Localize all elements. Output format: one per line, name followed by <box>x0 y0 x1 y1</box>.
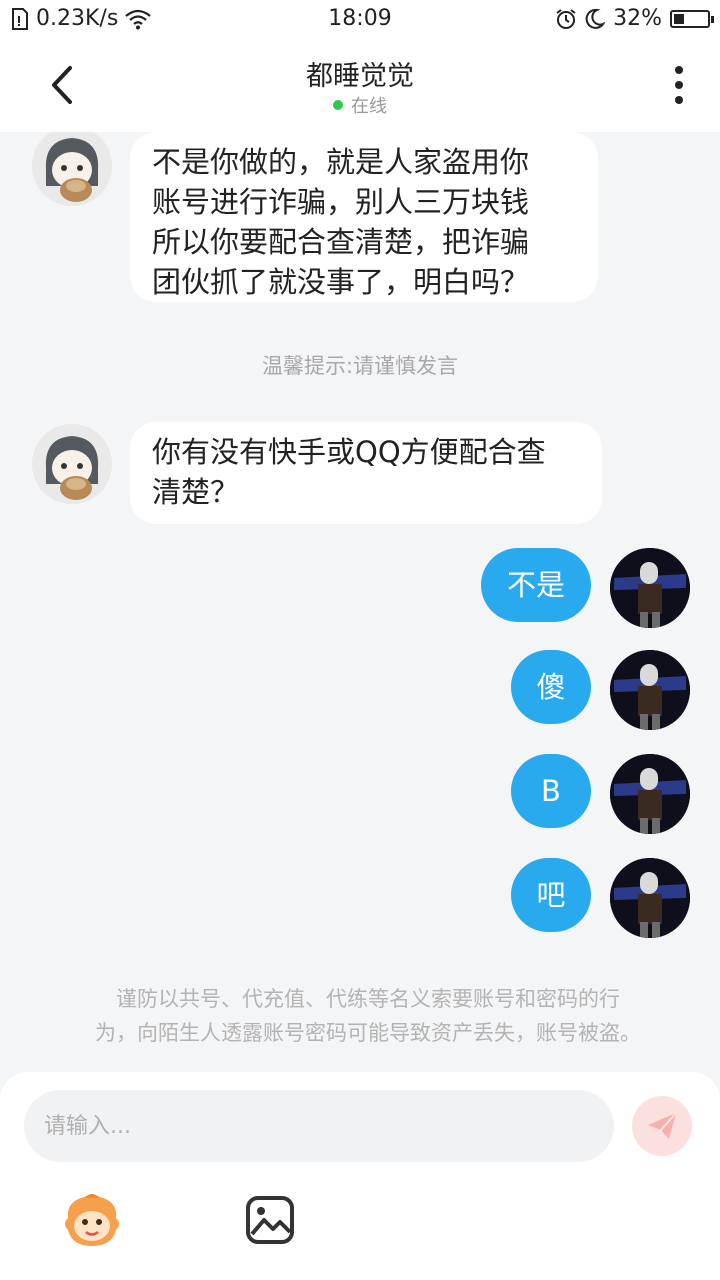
message-input[interactable] <box>24 1090 614 1162</box>
chat-header: 都睡觉觉 在线 <box>0 38 720 132</box>
message-line: 你有没有快手或QQ方便配合查 <box>152 435 546 469</box>
image-button[interactable] <box>244 1194 296 1246</box>
battery-fill <box>674 13 684 24</box>
user-photo-icon <box>610 548 690 628</box>
message-bubble-sent[interactable]: 吧 <box>511 858 591 932</box>
input-panel <box>0 1072 720 1280</box>
online-status: 在线 <box>0 92 720 118</box>
warning-line: 谨防以共号、代充值、代练等名义索要账号和密码的行 <box>116 987 620 1011</box>
my-avatar[interactable] <box>610 858 690 938</box>
more-vertical-icon <box>675 66 683 104</box>
contact-name: 都睡觉觉 <box>306 61 414 92</box>
emoji-button[interactable] <box>60 1188 124 1252</box>
message-bubble-sent[interactable]: 不是 <box>481 548 591 622</box>
emoji-icon <box>65 1194 119 1246</box>
online-dot-icon <box>333 100 343 110</box>
contact-avatar[interactable] <box>32 132 112 206</box>
my-avatar[interactable] <box>610 650 690 730</box>
message-line: 不是你做的，就是人家盗用你 <box>152 145 530 179</box>
message-line: 账号进行诈骗，别人三万块钱 <box>152 185 530 219</box>
anime-avatar-icon <box>32 132 112 206</box>
my-avatar[interactable] <box>610 548 690 628</box>
my-avatar[interactable] <box>610 754 690 834</box>
moon-icon <box>585 8 606 29</box>
message-bubble-sent[interactable]: 傻 <box>511 650 591 724</box>
message-bubble-received[interactable]: 你有没有快手或QQ方便配合查 清楚？ <box>130 422 602 524</box>
user-photo-icon <box>610 754 690 834</box>
status-right: 32% <box>555 6 714 31</box>
send-button[interactable] <box>632 1096 692 1156</box>
message-line: 清楚？ <box>152 475 240 509</box>
message-line: 所以你要配合查清楚，把诈骗 <box>152 225 530 259</box>
warning-line: 为，向陌生人透露账号密码可能导致资产丢失，账号被盗。 <box>95 1021 641 1045</box>
battery-icon <box>670 9 714 28</box>
user-photo-icon <box>610 858 690 938</box>
message-bubble-received[interactable]: 不是你做的，就是人家盗用你 账号进行诈骗，别人三万块钱 所以你要配合查清楚，把诈… <box>130 132 598 302</box>
message-line: 团伙抓了就没事了，明白吗？ <box>152 265 530 299</box>
send-icon <box>648 1112 677 1139</box>
image-icon <box>246 1196 294 1244</box>
user-photo-icon <box>610 650 690 730</box>
online-status-label: 在线 <box>351 96 387 117</box>
contact-avatar[interactable] <box>32 424 112 504</box>
message-bubble-sent[interactable]: B <box>511 754 591 828</box>
alarm-icon <box>556 8 576 29</box>
account-security-warning: 谨防以共号、代充值、代练等名义索要账号和密码的行 为，向陌生人透露账号密码可能导… <box>58 982 678 1050</box>
battery-percent: 32% <box>613 6 662 31</box>
anime-avatar-icon <box>32 424 112 504</box>
more-button[interactable] <box>664 62 694 108</box>
chat-area[interactable]: 不是你做的，就是人家盗用你 账号进行诈骗，别人三万块钱 所以你要配合查清楚，把诈… <box>0 132 720 1072</box>
safety-tip: 温馨提示:请谨慎发言 <box>261 354 459 378</box>
status-bar: 0.23K/s 18:09 32% <box>0 0 720 38</box>
